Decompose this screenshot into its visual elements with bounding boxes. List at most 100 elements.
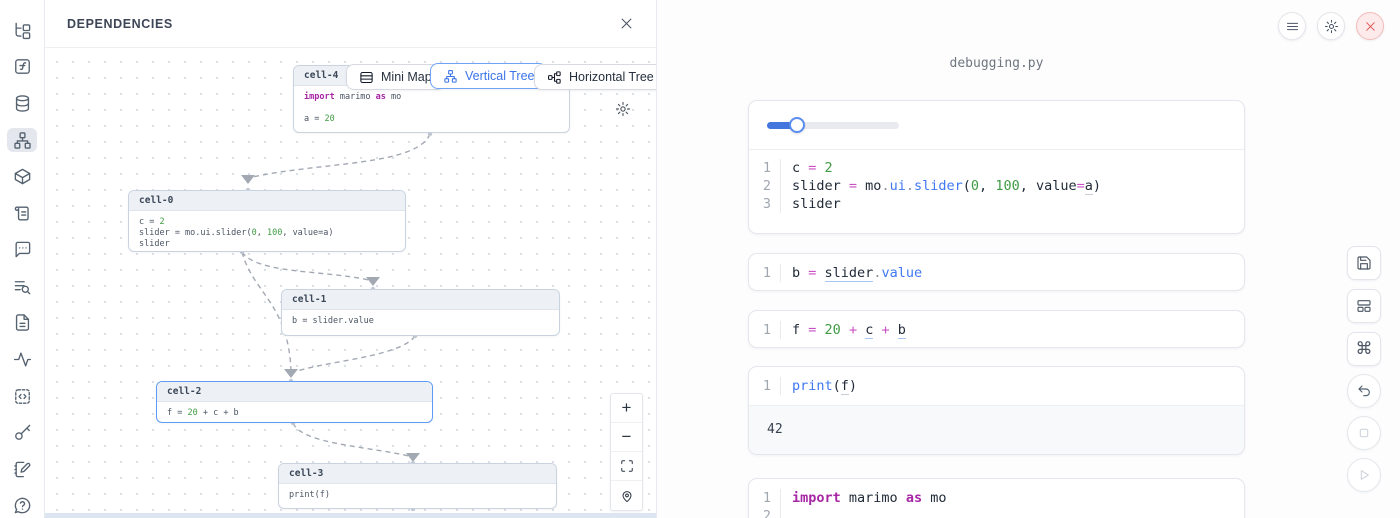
code-line: f = 20 + c + b [781, 321, 906, 339]
node-code-line: c = 2 [139, 217, 395, 228]
play-icon [1356, 467, 1372, 483]
sidebar-item-file-tree[interactable] [7, 18, 37, 43]
zoom-out-button[interactable]: − [611, 423, 642, 452]
node-code-line [304, 103, 559, 114]
sidebar-item-snippets[interactable] [7, 384, 37, 409]
help-icon [13, 496, 32, 515]
undo-button[interactable] [1347, 374, 1381, 408]
package-icon [13, 167, 32, 186]
graph-settings-button[interactable] [615, 101, 631, 120]
code-line: c = 2 [781, 159, 833, 177]
sidebar-item-logs[interactable] [7, 274, 37, 299]
command-palette-button[interactable]: ⌘ [1347, 332, 1381, 366]
notebook-settings-button[interactable] [1317, 12, 1345, 40]
notebook-panel: debugging.py 1c = 2 2slider = mo.ui.slid… [657, 0, 1400, 518]
line-number: 1 [749, 321, 781, 339]
mini-map-label: Mini Map [381, 70, 432, 84]
vertical-tree-button[interactable]: Vertical Tree [430, 63, 547, 89]
sidebar-item-datasources[interactable] [7, 91, 37, 116]
save-button[interactable] [1347, 246, 1381, 280]
sidebar-item-tracing[interactable] [7, 347, 37, 372]
sidebar-item-scratchpad[interactable] [7, 457, 37, 482]
layout-button[interactable] [1347, 289, 1381, 323]
mini-map-icon [359, 70, 374, 85]
gear-icon [615, 101, 631, 117]
code-editor[interactable]: 1f = 20 + c + b [749, 311, 1244, 348]
command-icon: ⌘ [1356, 339, 1373, 359]
node-title: cell-2 [157, 382, 432, 402]
sidebar-item-dependency-graph[interactable] [7, 128, 37, 153]
gear-icon [1324, 19, 1339, 34]
stop-icon [1356, 425, 1372, 441]
sidebar-item-packages[interactable] [7, 164, 37, 189]
notebook-cell: 1c = 2 2slider = mo.ui.slider(0, 100, va… [748, 100, 1245, 234]
activity-icon [13, 350, 32, 369]
code-line [781, 507, 800, 518]
dependency-graph-icon [13, 131, 32, 150]
run-button[interactable] [1347, 458, 1381, 492]
sidebar-item-documentation[interactable] [7, 201, 37, 226]
layout-icon [1356, 298, 1372, 314]
horizontal-tree-button[interactable]: Horizontal Tree [534, 64, 656, 90]
code-editor[interactable]: 1c = 2 2slider = mo.ui.slider(0, 100, va… [749, 150, 1244, 222]
code-editor[interactable]: 1import marimo as mo 2 [749, 479, 1244, 518]
notebook-cell: 1print(f) 42 [748, 366, 1245, 455]
graph-node-cell-1[interactable]: cell-1 b = slider.value [281, 289, 560, 336]
scratchpad-icon [13, 460, 32, 479]
stop-button[interactable] [1347, 416, 1381, 450]
output-value: 42 [767, 422, 783, 437]
code-snippet-icon [13, 387, 32, 406]
notebook-cell: 1b = slider.value [748, 253, 1245, 291]
line-number: 2 [749, 177, 781, 195]
code-editor[interactable]: 1b = slider.value [749, 254, 1244, 291]
line-number: 1 [749, 264, 781, 282]
slider-knob[interactable] [789, 117, 805, 133]
code-line: import marimo as mo [781, 489, 946, 507]
sidebar-item-chat[interactable] [7, 237, 37, 262]
close-x-icon [1364, 20, 1377, 33]
close-icon [619, 16, 634, 31]
save-icon [1356, 255, 1372, 271]
code-line: b = slider.value [781, 264, 922, 282]
notebook-cell: 1f = 20 + c + b [748, 310, 1245, 348]
horizontal-scrollbar[interactable] [45, 513, 656, 518]
database-icon [13, 94, 32, 113]
shutdown-button[interactable] [1356, 12, 1384, 40]
code-line: slider = mo.ui.slider(0, 100, value=a) [781, 177, 1101, 195]
fit-view-button[interactable] [611, 452, 642, 481]
node-code-line: a = 20 [304, 114, 559, 125]
console-output: 42 [749, 405, 1244, 455]
scroll-icon [13, 204, 32, 223]
sidebar-item-functions[interactable] [7, 55, 37, 80]
map-pin-icon [620, 489, 634, 503]
node-code-line: f = 20 + c + b [167, 408, 422, 419]
graph-node-cell-0[interactable]: cell-0 c = 2 slider = mo.ui.slider(0, 10… [128, 190, 406, 252]
locate-button[interactable] [611, 481, 642, 510]
notebook-menu-button[interactable] [1278, 12, 1306, 40]
sidebar-item-files[interactable] [7, 311, 37, 336]
graph-canvas[interactable]: cell-4 import marimo as mo a = 20 cell-0… [45, 48, 656, 518]
code-editor[interactable]: 1print(f) [749, 367, 1244, 405]
node-code-line: b = slider.value [292, 316, 549, 327]
fit-view-icon [620, 459, 634, 473]
left-sidebar [0, 0, 45, 518]
dependencies-header: DEPENDENCIES [45, 0, 656, 48]
horizontal-tree-label: Horizontal Tree [569, 70, 654, 84]
function-icon [13, 57, 32, 76]
zoom-in-button[interactable]: + [611, 394, 642, 423]
vertical-tree-icon [443, 69, 458, 84]
line-number: 1 [749, 377, 781, 395]
node-title: cell-1 [282, 290, 559, 310]
notebook-cell: 1import marimo as mo 2 [748, 478, 1245, 518]
code-line: print(f) [781, 377, 857, 395]
sidebar-item-secrets[interactable] [7, 420, 37, 445]
notebook-filename: debugging.py [748, 56, 1245, 71]
graph-node-cell-3[interactable]: cell-3 print(f) [278, 463, 557, 509]
marimo-app: DEPENDENCIES [0, 0, 1400, 518]
sidebar-item-help[interactable] [7, 494, 37, 518]
zoom-controls: + − [610, 393, 643, 511]
graph-node-cell-2[interactable]: cell-2 f = 20 + c + b [156, 381, 433, 423]
slider-widget[interactable] [767, 117, 899, 133]
dependencies-panel: DEPENDENCIES [45, 0, 657, 518]
close-panel-button[interactable] [619, 16, 634, 31]
